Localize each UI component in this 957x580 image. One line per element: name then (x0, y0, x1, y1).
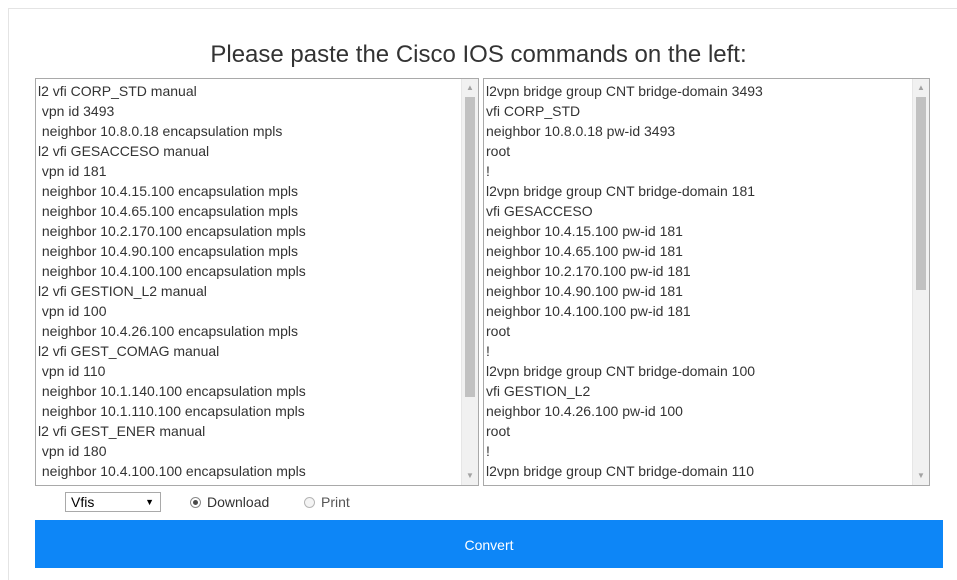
text-line: vfi GESTION_L2 (486, 383, 591, 399)
text-line: l2 vfi GEST_ENER manual (38, 423, 206, 439)
output-textarea[interactable]: l2vpn bridge group CNT bridge-domain 349… (483, 78, 930, 486)
text-line: vpn id 180 (38, 443, 107, 459)
convert-button[interactable]: Convert (35, 520, 943, 568)
scroll-down-arrow-icon[interactable]: ▼ (913, 469, 929, 483)
text-line: l2 vfi GESACCESO manual (38, 143, 210, 159)
text-line: neighbor 10.2.170.100 encapsulation mpls (38, 223, 306, 239)
text-line: neighbor 10.8.0.18 pw-id 3493 (486, 123, 676, 139)
text-line: root (486, 143, 511, 159)
text-line: l2vpn bridge group CNT bridge-domain 100 (486, 363, 756, 379)
text-line: vpn id 100 (38, 303, 107, 319)
text-line: neighbor 10.4.15.100 pw-id 181 (486, 223, 683, 239)
text-line: vpn id 110 (38, 363, 106, 379)
mode-select[interactable]: Vfis ▼ (65, 492, 161, 512)
text-line: ! (486, 163, 490, 179)
radio-print[interactable] (304, 496, 315, 508)
text-line: l2 vfi GEST_COMAG manual (38, 343, 220, 359)
input-scrollbar[interactable]: ▲ ▼ (461, 79, 478, 485)
text-line: root (486, 423, 511, 439)
triangle-down-icon: ▼ (145, 497, 154, 507)
page-title: Please paste the Cisco IOS commands on t… (210, 41, 747, 68)
mode-select-value: Vfis (71, 494, 95, 510)
output-scrollbar[interactable]: ▲ ▼ (912, 79, 929, 485)
text-line: ! (486, 343, 490, 359)
text-line: l2vpn bridge group CNT bridge-domain 110 (486, 463, 754, 479)
text-line: neighbor 10.4.100.100 encapsulation mpls (38, 463, 306, 479)
text-line: neighbor 10.4.15.100 encapsulation mpls (38, 183, 298, 199)
radio-print-label: Print (321, 494, 350, 510)
text-line: neighbor 10.4.100.100 pw-id 181 (486, 303, 691, 319)
text-line: ! (486, 443, 490, 459)
text-line: neighbor 10.4.65.100 pw-id 181 (486, 243, 683, 259)
input-textarea[interactable]: l2 vfi CORP_STD manual vpn id 3493 neigh… (35, 78, 479, 486)
text-line: neighbor 10.4.90.100 encapsulation mpls (38, 243, 298, 259)
text-line: vfi CORP_STD (486, 103, 581, 119)
text-line: neighbor 10.4.100.100 encapsulation mpls (38, 263, 306, 279)
scroll-up-arrow-icon[interactable]: ▲ (913, 81, 929, 95)
scroll-down-arrow-icon[interactable]: ▼ (462, 469, 478, 483)
text-line: vpn id 181 (38, 163, 107, 179)
output-lines: l2vpn bridge group CNT bridge-domain 349… (484, 81, 912, 481)
radio-download-label: Download (207, 494, 270, 510)
text-line: vpn id 3493 (38, 103, 115, 119)
scrollbar-thumb[interactable] (465, 97, 475, 397)
scrollbar-thumb[interactable] (916, 97, 926, 290)
radio-download[interactable] (190, 496, 201, 508)
text-line: neighbor 10.2.170.100 pw-id 181 (486, 263, 691, 279)
text-line: root (486, 323, 511, 339)
text-line: l2vpn bridge group CNT bridge-domain 349… (486, 83, 763, 99)
text-line: l2 vfi CORP_STD manual (38, 83, 197, 99)
scroll-up-arrow-icon[interactable]: ▲ (462, 81, 478, 95)
radio-download-option[interactable]: Download (190, 492, 269, 512)
controls-bar: Vfis ▼ Download Print (0, 489, 957, 515)
text-line: vfi GESACCESO (486, 203, 593, 219)
text-line: neighbor 10.4.26.100 pw-id 100 (486, 403, 683, 419)
radio-print-option[interactable]: Print (304, 492, 350, 512)
text-line: neighbor 10.4.90.100 pw-id 181 (486, 283, 683, 299)
text-line: l2vpn bridge group CNT bridge-domain 181 (486, 183, 756, 199)
text-line: neighbor 10.8.0.18 encapsulation mpls (38, 123, 283, 139)
text-line: neighbor 10.4.26.100 encapsulation mpls (38, 323, 298, 339)
text-line: neighbor 10.4.65.100 encapsulation mpls (38, 203, 298, 219)
text-line: neighbor 10.1.140.100 encapsulation mpls (38, 383, 306, 399)
text-line: l2 vfi GESTION_L2 manual (38, 283, 207, 299)
input-lines: l2 vfi CORP_STD manual vpn id 3493 neigh… (36, 81, 461, 481)
text-line: neighbor 10.1.110.100 encapsulation mpls (38, 403, 305, 419)
